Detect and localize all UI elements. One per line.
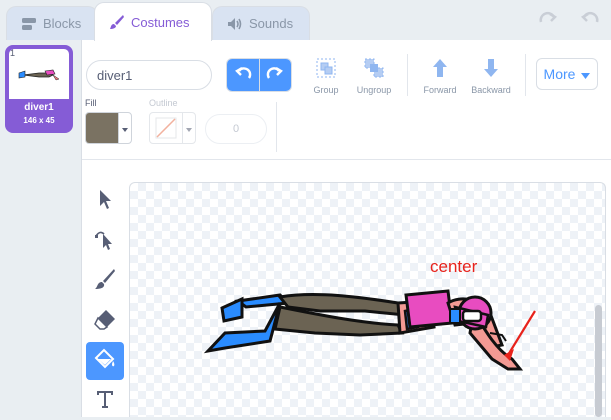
backward-button[interactable]: Backward xyxy=(463,56,519,95)
costume-number: 1 xyxy=(10,48,16,58)
center-annotation: center xyxy=(430,257,478,276)
chevron-down-icon xyxy=(122,119,128,137)
tab-sounds[interactable]: Sounds xyxy=(212,6,310,40)
eraser-tool[interactable] xyxy=(86,302,124,340)
select-tool[interactable] xyxy=(86,182,124,220)
text-tool[interactable] xyxy=(86,382,124,420)
undo-icon xyxy=(234,66,252,85)
ungroup-label: Ungroup xyxy=(356,85,392,95)
more-label: More xyxy=(543,66,576,82)
canvas-scrollbar[interactable] xyxy=(595,305,602,417)
costume-card[interactable]: 1 diver1 146 x 45 xyxy=(5,45,73,133)
costume-name: diver1 xyxy=(24,102,54,113)
tab-blocks-label: Blocks xyxy=(43,16,82,31)
fill-tool[interactable] xyxy=(86,342,124,380)
fill-label: Fill xyxy=(85,98,97,108)
redo-icon xyxy=(266,66,284,85)
tab-sounds-label: Sounds xyxy=(249,16,294,31)
costume-size: 146 x 45 xyxy=(23,116,55,125)
group-icon xyxy=(315,57,337,81)
fill-color-picker[interactable] xyxy=(85,112,132,144)
costume-name-field[interactable] xyxy=(86,60,212,90)
brush-tool[interactable] xyxy=(86,262,124,300)
backward-label: Backward xyxy=(471,85,511,95)
toolbar-divider xyxy=(407,54,408,96)
tab-blocks[interactable]: Blocks xyxy=(6,6,98,40)
redo-button[interactable] xyxy=(258,59,291,91)
undo-button[interactable] xyxy=(227,59,259,91)
tab-costumes-label: Costumes xyxy=(131,14,190,30)
outline-width-input[interactable]: 0 xyxy=(205,114,267,144)
text-icon xyxy=(95,389,115,414)
undo-top-icon[interactable] xyxy=(578,8,602,32)
outline-swatch xyxy=(150,113,182,143)
outline-label: Outline xyxy=(149,98,178,108)
toolbar-divider xyxy=(276,102,277,152)
costume-list: 1 diver1 146 x 45 xyxy=(0,40,82,417)
reshape-tool[interactable] xyxy=(86,222,124,260)
chevron-down-icon xyxy=(581,66,591,82)
more-button[interactable]: More xyxy=(536,58,598,90)
brush-icon xyxy=(109,14,125,30)
drawing-canvas[interactable] xyxy=(129,182,606,417)
reshape-icon xyxy=(94,228,116,255)
forward-icon xyxy=(429,57,451,81)
paint-editor: Group Ungroup Forward Backward More Fill… xyxy=(82,40,611,417)
costume-thumbnail xyxy=(9,49,69,99)
outline-color-picker[interactable] xyxy=(149,112,196,144)
toolbar-divider xyxy=(525,54,526,96)
speaker-icon xyxy=(227,17,243,31)
redo-top-icon[interactable] xyxy=(536,8,560,32)
select-arrow-icon xyxy=(96,188,114,215)
fill-swatch xyxy=(86,113,118,143)
tab-bar: Blocks Costumes Sounds xyxy=(0,0,611,41)
forward-label: Forward xyxy=(423,85,457,95)
backward-icon xyxy=(480,57,502,81)
eraser-icon xyxy=(94,308,116,335)
blocks-icon xyxy=(21,17,37,31)
fill-bucket-icon xyxy=(93,348,117,375)
brush-icon xyxy=(94,268,116,295)
toolbar-separator xyxy=(82,159,611,160)
ungroup-icon xyxy=(363,57,385,81)
forward-button[interactable]: Forward xyxy=(412,56,468,95)
chevron-down-icon xyxy=(186,119,192,137)
ungroup-button[interactable]: Ungroup xyxy=(346,56,402,95)
diver-sprite[interactable] xyxy=(130,183,606,417)
undo-redo-group xyxy=(226,58,292,92)
tab-costumes[interactable]: Costumes xyxy=(94,2,212,41)
